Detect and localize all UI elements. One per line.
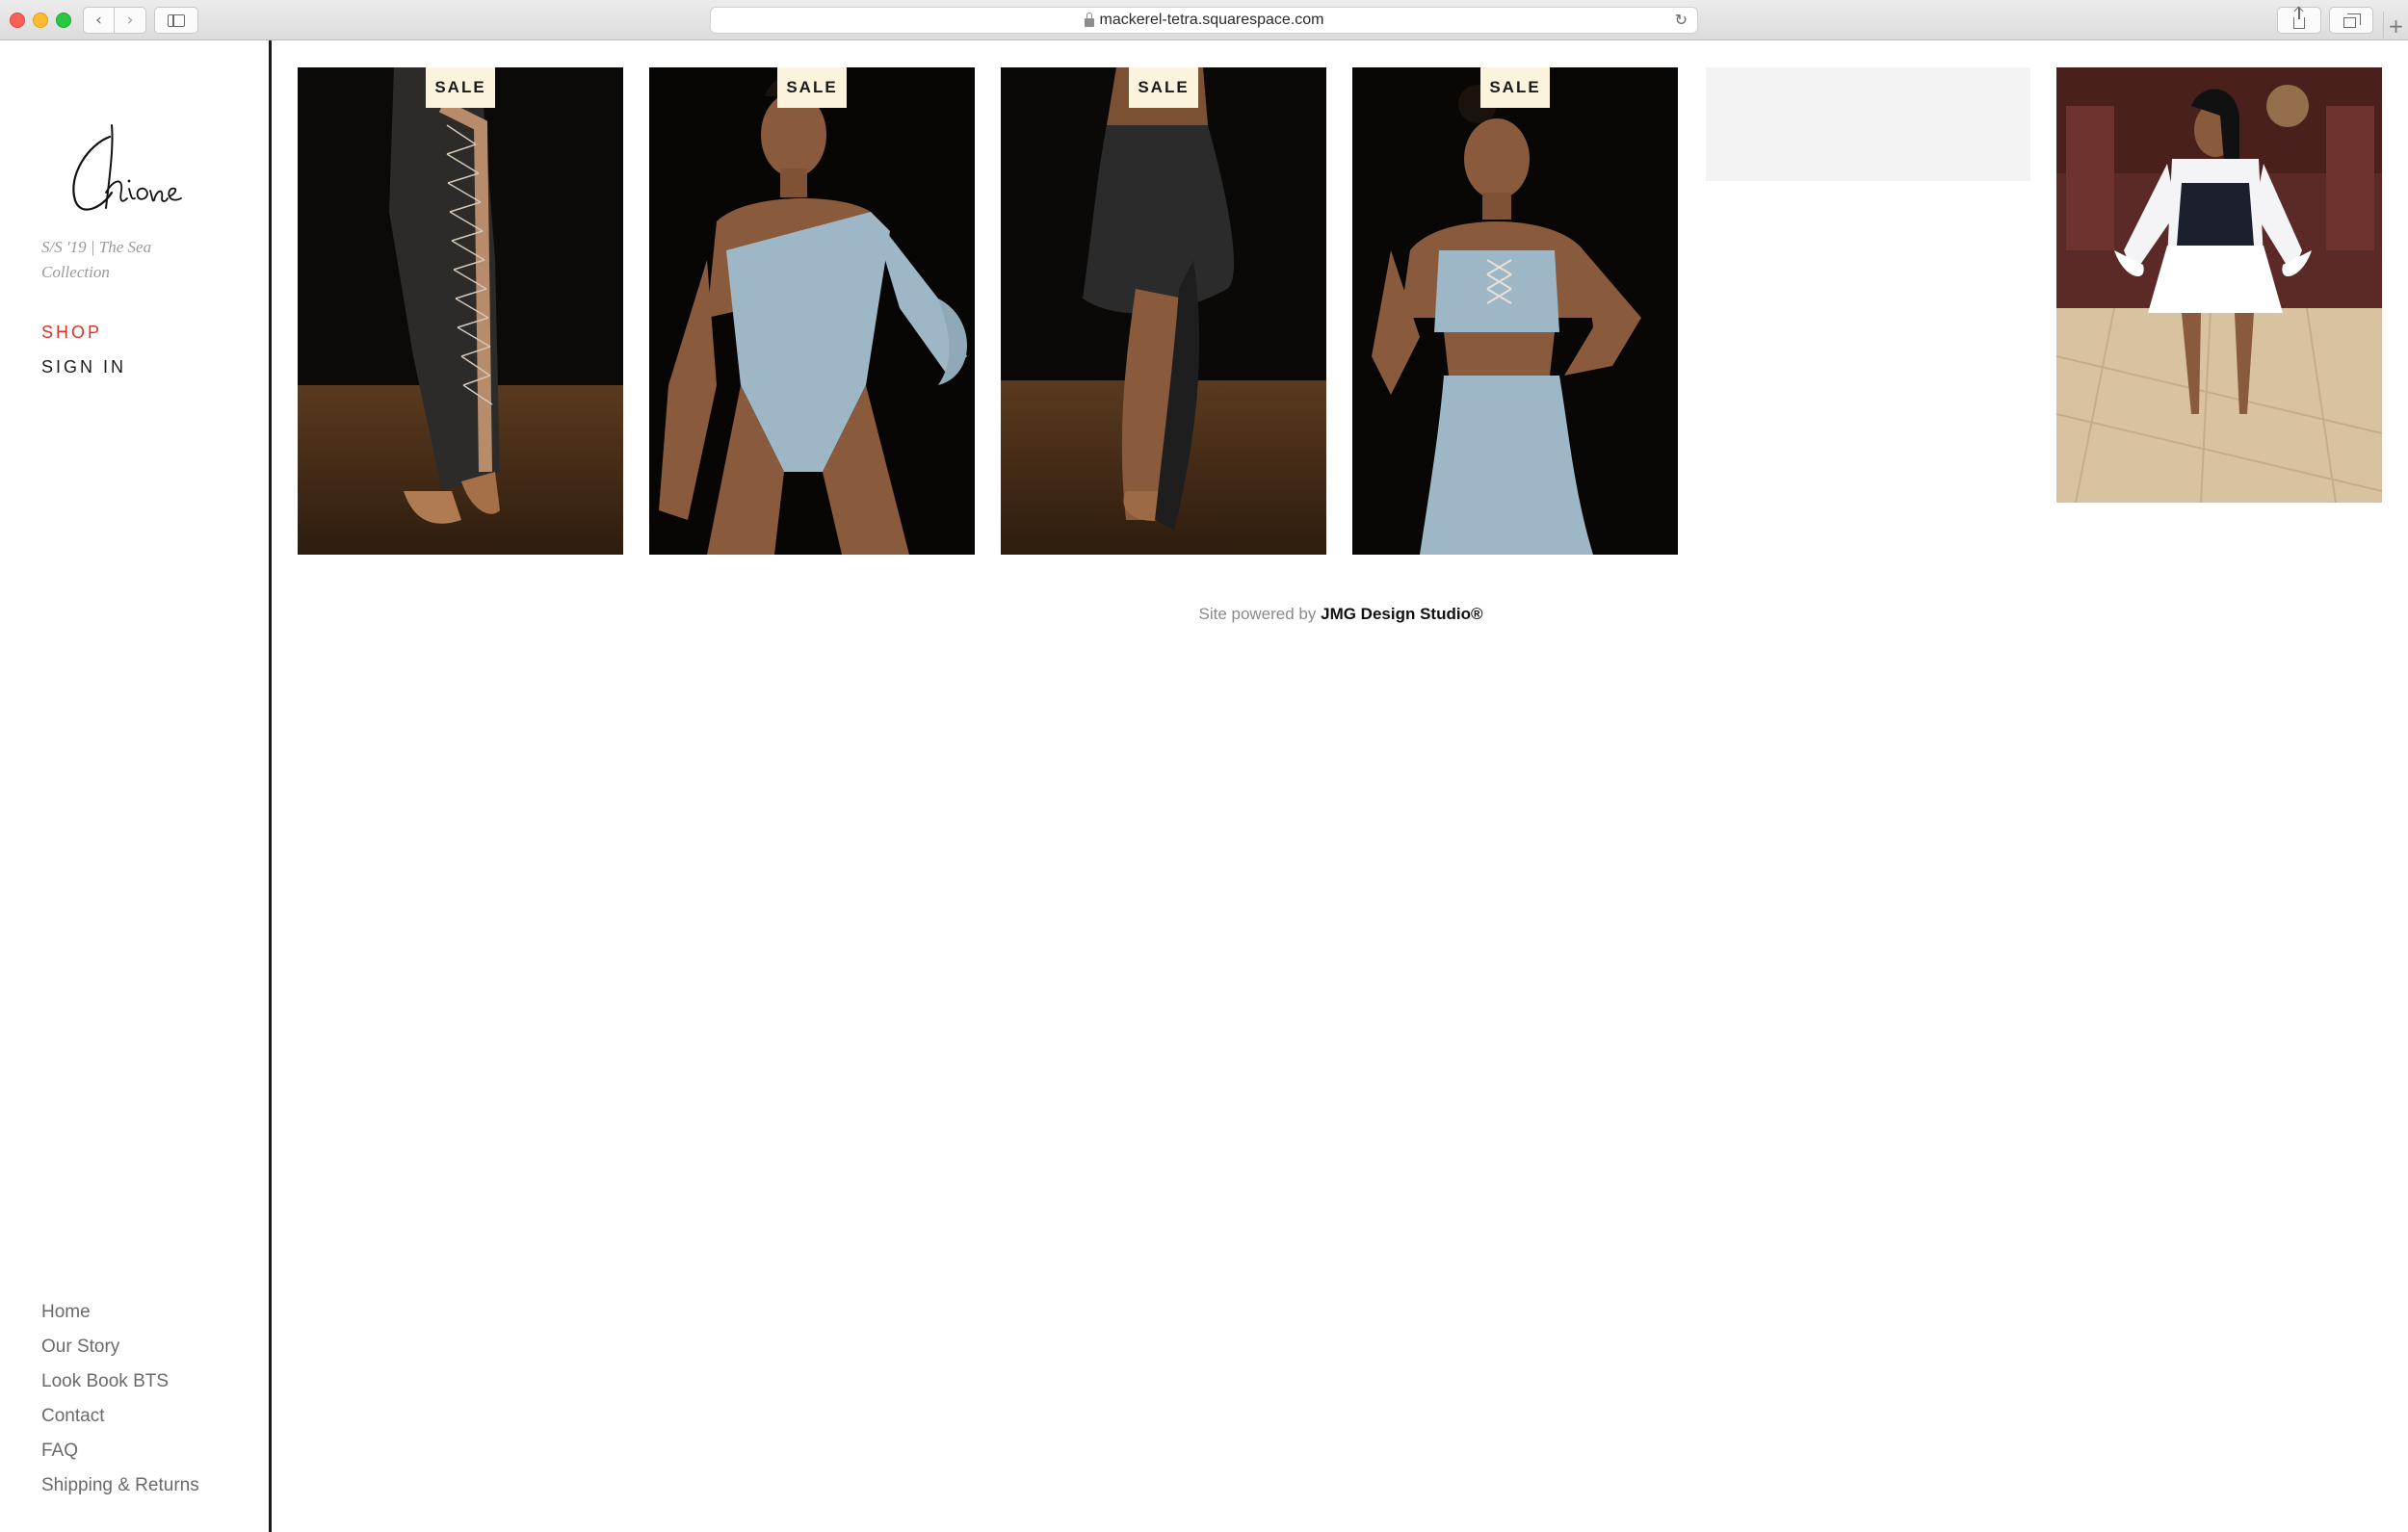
sidebar-toggle-button[interactable]: [154, 7, 198, 34]
share-button[interactable]: [2277, 7, 2321, 34]
product-image: [298, 67, 623, 555]
product-image: [2056, 67, 2382, 503]
site-sidebar: S/S '19 | The Sea Collection SHOP SIGN I…: [0, 40, 272, 1532]
forward-button[interactable]: ›: [115, 7, 146, 34]
studio-link[interactable]: JMG Design Studio®: [1321, 605, 1482, 623]
product-card[interactable]: SALE: [1001, 67, 1326, 555]
show-tabs-button[interactable]: [2329, 7, 2373, 34]
site-credit-prefix: Site powered by: [1198, 605, 1322, 623]
nav-home-link[interactable]: Home: [41, 1298, 199, 1333]
sale-badge: SALE: [426, 67, 495, 108]
sidebar-icon: [168, 13, 185, 27]
share-icon: [2293, 8, 2305, 29]
product-card[interactable]: SALE: [649, 67, 975, 555]
product-image: [1352, 67, 1678, 555]
nav-shop-link[interactable]: SHOP: [41, 318, 126, 352]
nav-sign-in-link[interactable]: SIGN IN: [41, 352, 126, 387]
minimize-window-button[interactable]: [33, 13, 48, 28]
history-nav: ‹ ›: [83, 7, 146, 34]
nav-shipping-returns-link[interactable]: Shipping & Returns: [41, 1471, 199, 1506]
url-text: mackerel-tetra.squarespace.com: [1099, 12, 1324, 28]
collection-tagline: S/S '19 | The Sea Collection: [41, 238, 152, 281]
page: S/S '19 | The Sea Collection SHOP SIGN I…: [0, 40, 2408, 1532]
sale-badge: SALE: [1480, 67, 1550, 108]
lock-icon: [1084, 12, 1094, 27]
product-image-placeholder[interactable]: [1706, 67, 2030, 181]
product-card[interactable]: SALE: [1352, 67, 1678, 555]
product-card[interactable]: SALE: [298, 67, 623, 555]
browser-toolbar: ‹ › mackerel-tetra.squarespace.com ↻ +: [0, 0, 2408, 40]
footer-nav: Home Our Story Look Book BTS Contact FAQ…: [41, 1298, 199, 1506]
nav-our-story-link[interactable]: Our Story: [41, 1333, 199, 1367]
new-tab-button[interactable]: +: [2383, 12, 2408, 40]
close-window-button[interactable]: [10, 13, 25, 28]
chevron-left-icon: ‹: [95, 11, 102, 30]
sale-badge: SALE: [1129, 67, 1198, 108]
product-card[interactable]: [2056, 67, 2382, 503]
address-bar[interactable]: mackerel-tetra.squarespace.com ↻: [710, 7, 1698, 34]
sale-badge: SALE: [777, 67, 847, 108]
nav-faq-link[interactable]: FAQ: [41, 1437, 199, 1471]
tabs-icon: [2343, 13, 2361, 28]
back-button[interactable]: ‹: [83, 7, 115, 34]
nav-look-book-link[interactable]: Look Book BTS: [41, 1367, 199, 1402]
brand-logo[interactable]: [60, 108, 195, 223]
nav-contact-link[interactable]: Contact: [41, 1402, 199, 1437]
primary-nav: SHOP SIGN IN: [41, 318, 126, 387]
product-image: [649, 67, 975, 555]
chevron-right-icon: ›: [126, 11, 134, 30]
site-credit: Site powered by JMG Design Studio®: [0, 605, 2408, 624]
reload-icon[interactable]: ↻: [1675, 11, 1688, 29]
zoom-window-button[interactable]: [56, 13, 71, 28]
plus-icon: +: [2388, 14, 2404, 38]
product-image: [1001, 67, 1326, 555]
